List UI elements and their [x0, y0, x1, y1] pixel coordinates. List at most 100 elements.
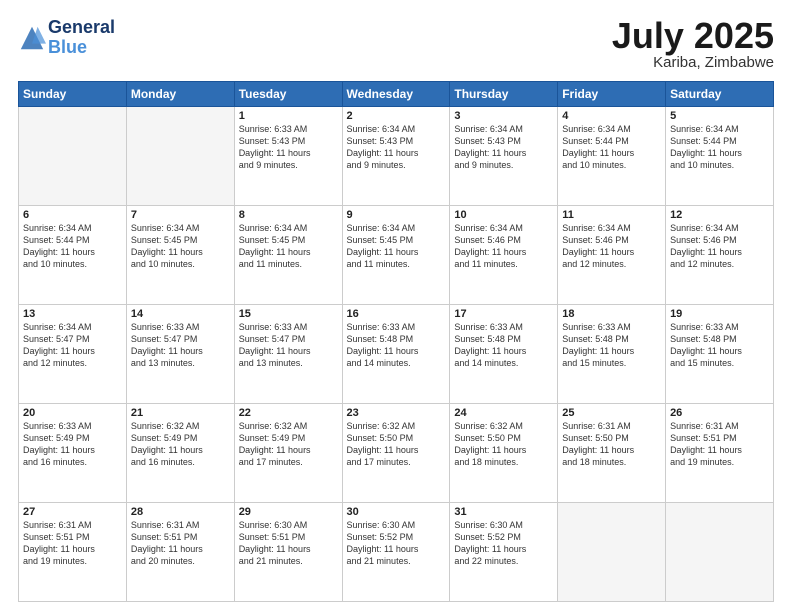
day-info: Sunrise: 6:33 AM Sunset: 5:43 PM Dayligh… [239, 123, 338, 172]
day-info: Sunrise: 6:32 AM Sunset: 5:49 PM Dayligh… [131, 420, 230, 469]
col-header-friday: Friday [558, 82, 666, 107]
col-header-sunday: Sunday [19, 82, 127, 107]
col-header-thursday: Thursday [450, 82, 558, 107]
week-row-5: 27Sunrise: 6:31 AM Sunset: 5:51 PM Dayli… [19, 503, 774, 602]
calendar-cell: 1Sunrise: 6:33 AM Sunset: 5:43 PM Daylig… [234, 107, 342, 206]
calendar-cell: 23Sunrise: 6:32 AM Sunset: 5:50 PM Dayli… [342, 404, 450, 503]
day-number: 24 [454, 407, 553, 419]
day-info: Sunrise: 6:34 AM Sunset: 5:43 PM Dayligh… [347, 123, 446, 172]
calendar-cell: 9Sunrise: 6:34 AM Sunset: 5:45 PM Daylig… [342, 206, 450, 305]
day-number: 12 [670, 209, 769, 221]
calendar-cell [666, 503, 774, 602]
day-number: 29 [239, 506, 338, 518]
col-header-wednesday: Wednesday [342, 82, 450, 107]
week-row-2: 6Sunrise: 6:34 AM Sunset: 5:44 PM Daylig… [19, 206, 774, 305]
header: General Blue July 2025 Kariba, Zimbabwe [18, 18, 774, 71]
week-row-4: 20Sunrise: 6:33 AM Sunset: 5:49 PM Dayli… [19, 404, 774, 503]
week-row-3: 13Sunrise: 6:34 AM Sunset: 5:47 PM Dayli… [19, 305, 774, 404]
day-info: Sunrise: 6:34 AM Sunset: 5:46 PM Dayligh… [670, 222, 769, 271]
calendar-cell [558, 503, 666, 602]
day-number: 18 [562, 308, 661, 320]
day-info: Sunrise: 6:33 AM Sunset: 5:48 PM Dayligh… [670, 321, 769, 370]
calendar-cell: 6Sunrise: 6:34 AM Sunset: 5:44 PM Daylig… [19, 206, 127, 305]
day-number: 19 [670, 308, 769, 320]
calendar-cell: 10Sunrise: 6:34 AM Sunset: 5:46 PM Dayli… [450, 206, 558, 305]
calendar-cell: 3Sunrise: 6:34 AM Sunset: 5:43 PM Daylig… [450, 107, 558, 206]
calendar-cell: 5Sunrise: 6:34 AM Sunset: 5:44 PM Daylig… [666, 107, 774, 206]
day-info: Sunrise: 6:33 AM Sunset: 5:48 PM Dayligh… [454, 321, 553, 370]
calendar-cell: 28Sunrise: 6:31 AM Sunset: 5:51 PM Dayli… [126, 503, 234, 602]
day-info: Sunrise: 6:31 AM Sunset: 5:51 PM Dayligh… [670, 420, 769, 469]
day-info: Sunrise: 6:33 AM Sunset: 5:48 PM Dayligh… [347, 321, 446, 370]
calendar-cell: 13Sunrise: 6:34 AM Sunset: 5:47 PM Dayli… [19, 305, 127, 404]
day-info: Sunrise: 6:31 AM Sunset: 5:51 PM Dayligh… [23, 519, 122, 568]
calendar-cell [126, 107, 234, 206]
calendar-cell: 24Sunrise: 6:32 AM Sunset: 5:50 PM Dayli… [450, 404, 558, 503]
calendar-cell: 20Sunrise: 6:33 AM Sunset: 5:49 PM Dayli… [19, 404, 127, 503]
calendar-table: SundayMondayTuesdayWednesdayThursdayFrid… [18, 81, 774, 602]
calendar-cell: 29Sunrise: 6:30 AM Sunset: 5:51 PM Dayli… [234, 503, 342, 602]
day-info: Sunrise: 6:30 AM Sunset: 5:51 PM Dayligh… [239, 519, 338, 568]
day-number: 3 [454, 110, 553, 122]
day-info: Sunrise: 6:32 AM Sunset: 5:50 PM Dayligh… [347, 420, 446, 469]
calendar-cell: 30Sunrise: 6:30 AM Sunset: 5:52 PM Dayli… [342, 503, 450, 602]
day-info: Sunrise: 6:32 AM Sunset: 5:49 PM Dayligh… [239, 420, 338, 469]
day-number: 28 [131, 506, 230, 518]
logo-text: General Blue [48, 18, 115, 58]
calendar-cell: 4Sunrise: 6:34 AM Sunset: 5:44 PM Daylig… [558, 107, 666, 206]
day-number: 15 [239, 308, 338, 320]
day-number: 27 [23, 506, 122, 518]
day-info: Sunrise: 6:31 AM Sunset: 5:50 PM Dayligh… [562, 420, 661, 469]
day-info: Sunrise: 6:31 AM Sunset: 5:51 PM Dayligh… [131, 519, 230, 568]
calendar-cell [19, 107, 127, 206]
location: Kariba, Zimbabwe [612, 54, 774, 71]
calendar-cell: 8Sunrise: 6:34 AM Sunset: 5:45 PM Daylig… [234, 206, 342, 305]
page: General Blue July 2025 Kariba, Zimbabwe … [0, 0, 792, 612]
day-number: 25 [562, 407, 661, 419]
day-number: 8 [239, 209, 338, 221]
calendar-cell: 14Sunrise: 6:33 AM Sunset: 5:47 PM Dayli… [126, 305, 234, 404]
calendar-cell: 27Sunrise: 6:31 AM Sunset: 5:51 PM Dayli… [19, 503, 127, 602]
week-row-1: 1Sunrise: 6:33 AM Sunset: 5:43 PM Daylig… [19, 107, 774, 206]
day-info: Sunrise: 6:30 AM Sunset: 5:52 PM Dayligh… [454, 519, 553, 568]
day-info: Sunrise: 6:34 AM Sunset: 5:47 PM Dayligh… [23, 321, 122, 370]
day-info: Sunrise: 6:33 AM Sunset: 5:47 PM Dayligh… [131, 321, 230, 370]
day-info: Sunrise: 6:34 AM Sunset: 5:44 PM Dayligh… [562, 123, 661, 172]
day-info: Sunrise: 6:33 AM Sunset: 5:48 PM Dayligh… [562, 321, 661, 370]
day-number: 5 [670, 110, 769, 122]
calendar-cell: 2Sunrise: 6:34 AM Sunset: 5:43 PM Daylig… [342, 107, 450, 206]
day-number: 23 [347, 407, 446, 419]
col-header-monday: Monday [126, 82, 234, 107]
col-header-saturday: Saturday [666, 82, 774, 107]
calendar-cell: 18Sunrise: 6:33 AM Sunset: 5:48 PM Dayli… [558, 305, 666, 404]
col-header-tuesday: Tuesday [234, 82, 342, 107]
calendar-cell: 16Sunrise: 6:33 AM Sunset: 5:48 PM Dayli… [342, 305, 450, 404]
day-info: Sunrise: 6:34 AM Sunset: 5:45 PM Dayligh… [347, 222, 446, 271]
day-number: 31 [454, 506, 553, 518]
logo: General Blue [18, 18, 115, 58]
calendar-cell: 15Sunrise: 6:33 AM Sunset: 5:47 PM Dayli… [234, 305, 342, 404]
day-number: 2 [347, 110, 446, 122]
header-row: SundayMondayTuesdayWednesdayThursdayFrid… [19, 82, 774, 107]
day-number: 14 [131, 308, 230, 320]
day-number: 4 [562, 110, 661, 122]
calendar-cell: 21Sunrise: 6:32 AM Sunset: 5:49 PM Dayli… [126, 404, 234, 503]
day-number: 13 [23, 308, 122, 320]
calendar-cell: 12Sunrise: 6:34 AM Sunset: 5:46 PM Dayli… [666, 206, 774, 305]
day-number: 20 [23, 407, 122, 419]
calendar-cell: 26Sunrise: 6:31 AM Sunset: 5:51 PM Dayli… [666, 404, 774, 503]
day-number: 7 [131, 209, 230, 221]
day-info: Sunrise: 6:34 AM Sunset: 5:46 PM Dayligh… [562, 222, 661, 271]
day-number: 11 [562, 209, 661, 221]
logo-icon [18, 24, 46, 52]
day-info: Sunrise: 6:32 AM Sunset: 5:50 PM Dayligh… [454, 420, 553, 469]
calendar-cell: 17Sunrise: 6:33 AM Sunset: 5:48 PM Dayli… [450, 305, 558, 404]
day-info: Sunrise: 6:34 AM Sunset: 5:43 PM Dayligh… [454, 123, 553, 172]
day-info: Sunrise: 6:34 AM Sunset: 5:46 PM Dayligh… [454, 222, 553, 271]
calendar-cell: 25Sunrise: 6:31 AM Sunset: 5:50 PM Dayli… [558, 404, 666, 503]
day-info: Sunrise: 6:34 AM Sunset: 5:44 PM Dayligh… [670, 123, 769, 172]
day-info: Sunrise: 6:30 AM Sunset: 5:52 PM Dayligh… [347, 519, 446, 568]
day-number: 26 [670, 407, 769, 419]
day-number: 10 [454, 209, 553, 221]
day-number: 16 [347, 308, 446, 320]
